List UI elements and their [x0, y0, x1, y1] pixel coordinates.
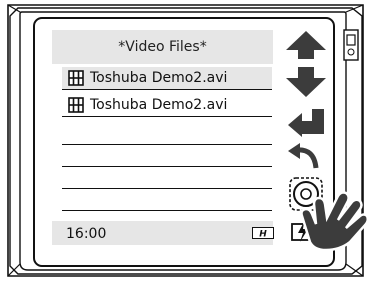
file-name: Toshuba Demo2.avi — [90, 97, 228, 113]
file-row-2[interactable]: Toshuba Demo2.avi — [62, 94, 272, 117]
file-row-1[interactable]: Toshuba Demo2.avi — [62, 67, 272, 90]
hd-badge-icon: H — [252, 227, 274, 239]
enter-arrow-icon[interactable] — [286, 108, 326, 138]
arrow-down-icon[interactable] — [284, 66, 328, 98]
hand-pointer-icon — [300, 191, 370, 252]
video-file-icon — [68, 97, 84, 113]
svg-text:H: H — [259, 230, 267, 240]
clock-time: 16:00 — [66, 226, 107, 242]
video-file-icon — [68, 70, 84, 86]
back-curve-arrow-icon[interactable] — [286, 142, 322, 172]
empty-row-4 — [62, 210, 272, 211]
side-latch — [343, 29, 359, 61]
empty-row-1 — [62, 144, 272, 145]
folder-title: *Video Files* — [52, 30, 273, 64]
file-name: Toshuba Demo2.avi — [90, 70, 228, 86]
empty-row-3 — [62, 188, 272, 189]
arrow-up-icon[interactable] — [284, 30, 328, 60]
empty-row-2 — [62, 166, 272, 167]
